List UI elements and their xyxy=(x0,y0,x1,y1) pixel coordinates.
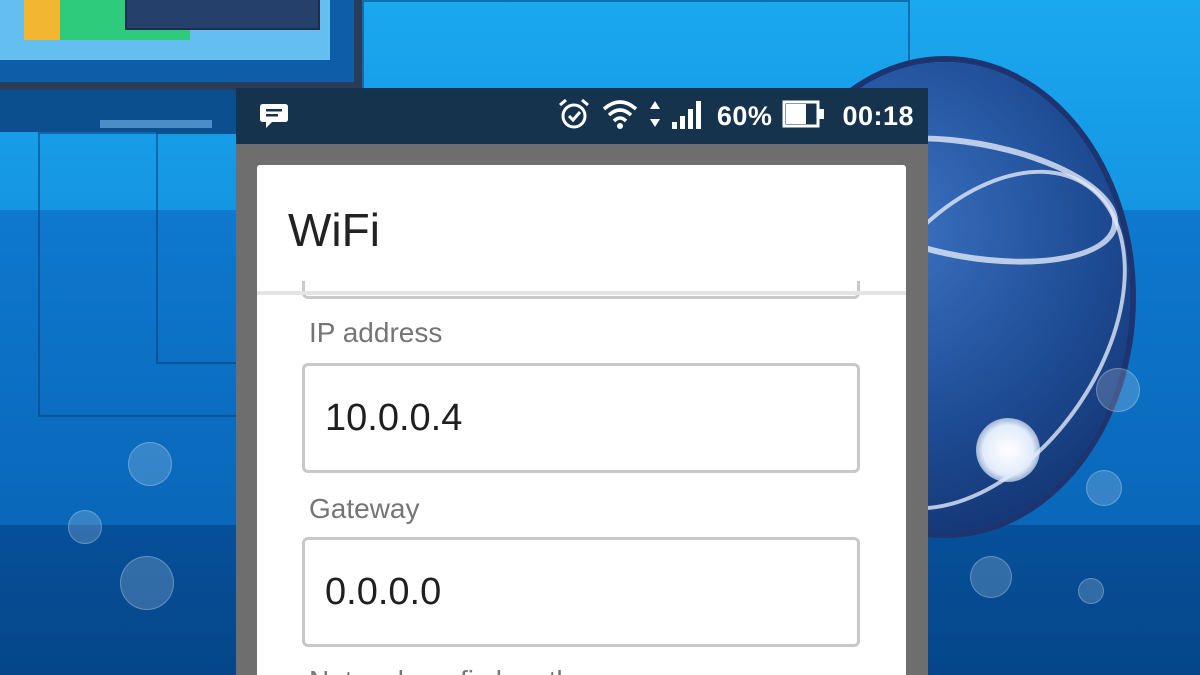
status-icons: 60% 00:18 xyxy=(557,88,914,144)
bubble xyxy=(1078,578,1104,604)
laptop-slot xyxy=(100,120,212,128)
dialog-title: WiFi xyxy=(288,204,380,256)
bubble xyxy=(120,556,174,610)
dark-block xyxy=(125,0,320,30)
laptop-illustration xyxy=(0,0,362,90)
previous-field-edge xyxy=(302,281,860,299)
signal-icon xyxy=(671,98,707,135)
globe-light xyxy=(976,418,1040,482)
bubble xyxy=(68,510,102,544)
ip-address-label: IP address xyxy=(309,317,443,348)
clock: 00:18 xyxy=(842,100,914,131)
background-panel xyxy=(156,132,248,364)
bubble xyxy=(1096,368,1140,412)
data-arrows-icon xyxy=(649,99,661,134)
battery-icon xyxy=(782,100,826,133)
title-divider xyxy=(257,291,906,295)
battery-percent: 60% xyxy=(716,100,773,131)
yellow-block xyxy=(24,0,60,40)
message-icon xyxy=(258,102,290,135)
wifi-icon xyxy=(601,98,639,135)
bubble xyxy=(970,556,1012,598)
gateway-label: Gateway xyxy=(309,493,420,524)
ip-address-input[interactable]: 10.0.0.4 xyxy=(302,363,860,473)
status-bar: 60% 00:18 xyxy=(236,88,928,144)
network-prefix-length-label: Network prefix length xyxy=(309,665,572,675)
gateway-input[interactable]: 0.0.0.0 xyxy=(302,537,860,647)
bubble xyxy=(128,442,172,486)
phone-screen: 60% 00:18 WiFi IP address 10.0.0.4 Gatew… xyxy=(236,88,928,675)
bubble xyxy=(1086,470,1122,506)
background-panel xyxy=(362,0,910,96)
alarm-icon xyxy=(557,97,591,136)
wifi-dialog: WiFi IP address 10.0.0.4 Gateway 0.0.0.0… xyxy=(257,165,906,675)
